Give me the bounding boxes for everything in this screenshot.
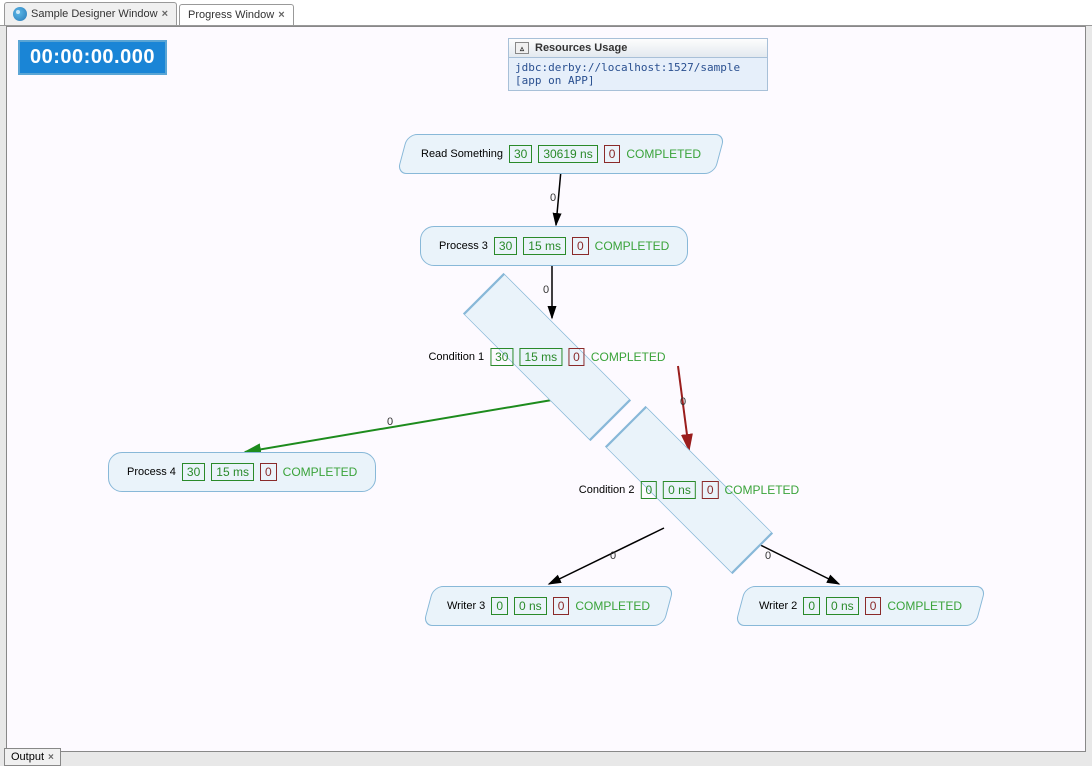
edge-label: 0 [765,550,771,562]
node-label: Process 4 [127,466,176,478]
status-label: COMPLETED [887,599,962,613]
edge-label: 0 [387,416,393,428]
resources-title: Resources Usage [535,42,627,54]
edge-label: 0 [543,284,549,296]
tab-label: Output [11,751,44,763]
status-label: COMPLETED [283,465,358,479]
node-condition-2[interactable]: Condition 2 0 0 ns 0 COMPLETED [579,481,799,499]
error-badge: 0 [604,145,621,163]
error-badge: 0 [260,463,277,481]
time-badge: 0 ns [826,597,859,615]
time-badge: 0 ns [663,481,696,499]
time-badge: 30619 ns [538,145,597,163]
count-badge: 30 [509,145,532,163]
tab-output[interactable]: Output × [4,748,61,766]
node-writer-3[interactable]: Writer 3 0 0 ns 0 COMPLETED [423,586,675,626]
bottom-tabs: Output × [4,748,61,766]
count-badge: 30 [182,463,205,481]
resource-item[interactable]: jdbc:derby://localhost:1527/sample [app … [508,58,768,91]
tabs-bar: Sample Designer Window × Progress Window… [0,0,1092,26]
tab-designer[interactable]: Sample Designer Window × [4,2,177,25]
error-badge: 0 [553,597,570,615]
edge-label: 0 [680,396,686,408]
node-label: Condition 2 [579,484,635,496]
close-icon[interactable]: × [278,9,284,21]
count-badge: 30 [494,237,517,255]
count-badge: 0 [640,481,657,499]
close-icon[interactable]: × [48,752,54,763]
node-label: Process 3 [439,240,488,252]
collapse-icon[interactable]: ▵ [515,42,529,54]
time-badge: 15 ms [211,463,254,481]
status-label: COMPLETED [626,147,701,161]
timer-display: 00:00:00.000 [18,40,167,75]
node-read[interactable]: Read Something 30 30619 ns 0 COMPLETED [397,134,726,174]
node-condition-1[interactable]: Condition 1 30 15 ms 0 COMPLETED [428,348,665,366]
error-badge: 0 [572,237,589,255]
tab-label: Progress Window [188,9,274,21]
tab-label: Sample Designer Window [31,8,158,20]
resources-panel: ▵ Resources Usage jdbc:derby://localhost… [508,38,768,91]
node-label: Read Something [421,148,503,160]
node-writer-2[interactable]: Writer 2 0 0 ns 0 COMPLETED [735,586,987,626]
close-icon[interactable]: × [162,8,168,20]
edge-label: 0 [610,550,616,562]
count-badge: 0 [491,597,508,615]
gear-icon [13,7,27,21]
status-label: COMPLETED [595,239,670,253]
error-badge: 0 [702,481,719,499]
node-label: Condition 1 [428,351,484,363]
edge-label: 0 [550,192,556,204]
node-label: Writer 2 [759,600,797,612]
status-label: COMPLETED [591,350,666,364]
count-badge: 30 [490,348,513,366]
time-badge: 15 ms [519,348,562,366]
error-badge: 0 [568,348,585,366]
node-process-3[interactable]: Process 3 30 15 ms 0 COMPLETED [420,226,688,266]
status-label: COMPLETED [725,483,800,497]
resources-header[interactable]: ▵ Resources Usage [508,38,768,58]
error-badge: 0 [865,597,882,615]
node-process-4[interactable]: Process 4 30 15 ms 0 COMPLETED [108,452,376,492]
status-label: COMPLETED [575,599,650,613]
tab-progress[interactable]: Progress Window × [179,4,294,25]
count-badge: 0 [803,597,820,615]
time-badge: 15 ms [523,237,566,255]
time-badge: 0 ns [514,597,547,615]
node-label: Writer 3 [447,600,485,612]
